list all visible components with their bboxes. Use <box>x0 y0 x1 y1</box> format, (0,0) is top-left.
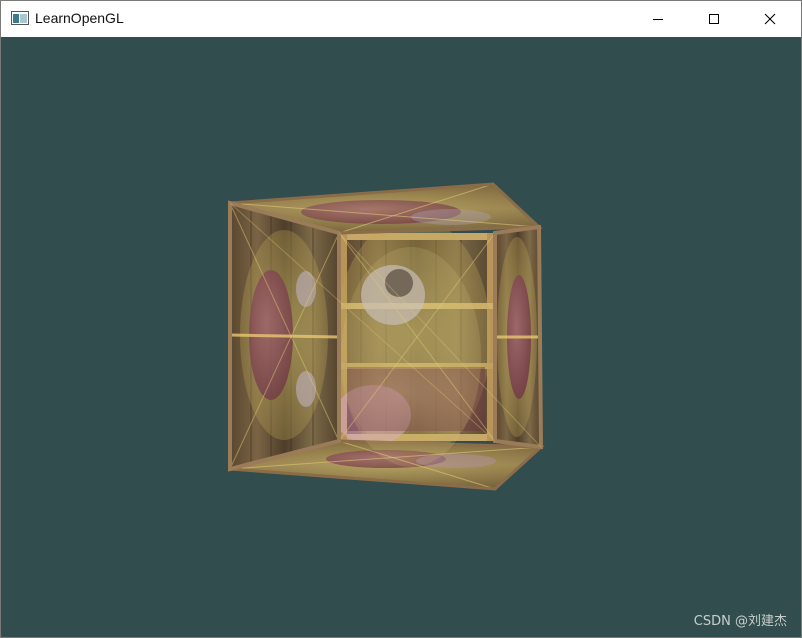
minimize-icon <box>653 19 663 20</box>
cube-render <box>228 182 545 491</box>
minimize-button[interactable] <box>635 1 681 37</box>
left-face <box>228 200 341 472</box>
app-window: LearnOpenGL CSDN @刘建杰 <box>0 0 802 638</box>
window-title: LearnOpenGL <box>35 10 124 26</box>
close-button[interactable] <box>747 1 793 37</box>
watermark: CSDN @刘建杰 <box>693 614 787 629</box>
right-face <box>493 224 544 450</box>
title-bar[interactable]: LearnOpenGL <box>1 1 801 37</box>
maximize-button[interactable] <box>691 1 737 37</box>
maximize-icon <box>709 14 719 24</box>
app-icon <box>11 11 29 25</box>
opengl-viewport[interactable]: CSDN @刘建杰 <box>1 37 801 637</box>
close-icon <box>764 13 776 25</box>
